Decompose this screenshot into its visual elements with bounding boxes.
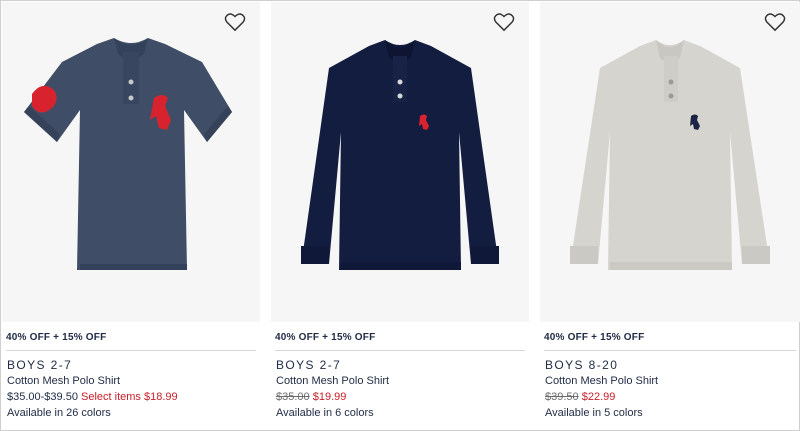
price-regular: $35.00 — [276, 391, 310, 403]
promo-label: 40% OFF + 15% OFF — [6, 332, 107, 343]
divider — [544, 350, 796, 351]
product-card[interactable]: 40% OFF + 15% OFF BOYS 2-7 Cotton Mesh P… — [271, 2, 529, 431]
price-sale: $22.99 — [581, 391, 616, 403]
product-card[interactable]: 40% OFF + 15% OFF BOYS 8-20 Cotton Mesh … — [540, 2, 800, 431]
divider — [6, 350, 256, 351]
product-grid-frame: 40% OFF + 15% OFF BOYS 2-7 Cotton Mesh P… — [0, 0, 800, 431]
product-name[interactable]: Cotton Mesh Polo Shirt — [7, 375, 120, 387]
product-name[interactable]: Cotton Mesh Polo Shirt — [545, 375, 658, 387]
product-grid: 40% OFF + 15% OFF BOYS 2-7 Cotton Mesh P… — [2, 2, 800, 431]
product-image[interactable] — [271, 2, 529, 322]
short-sleeve-polo-image — [24, 38, 232, 270]
price-sale: Select items $18.99 — [81, 391, 178, 403]
long-sleeve-grey-polo-image — [570, 40, 770, 270]
product-image[interactable] — [2, 2, 260, 322]
wishlist-heart-icon[interactable] — [224, 12, 246, 32]
product-category[interactable]: BOYS 2-7 — [276, 358, 341, 372]
wishlist-heart-icon[interactable] — [764, 12, 786, 32]
promo-label: 40% OFF + 15% OFF — [544, 332, 645, 343]
product-card[interactable]: 40% OFF + 15% OFF BOYS 2-7 Cotton Mesh P… — [2, 2, 260, 431]
product-price: $35.00 $19.99 — [276, 391, 346, 403]
colors-available[interactable]: Available in 5 colors — [545, 407, 643, 419]
product-image[interactable] — [540, 2, 800, 322]
colors-available[interactable]: Available in 6 colors — [276, 407, 374, 419]
long-sleeve-navy-polo-image — [301, 40, 499, 270]
product-price: $35.00-$39.50 Select items $18.99 — [7, 391, 178, 403]
colors-available[interactable]: Available in 26 colors — [7, 407, 111, 419]
promo-label: 40% OFF + 15% OFF — [275, 332, 376, 343]
product-price: $39.50 $22.99 — [545, 391, 615, 403]
product-category[interactable]: BOYS 2-7 — [7, 358, 72, 372]
price-sale: $19.99 — [312, 391, 347, 403]
product-name[interactable]: Cotton Mesh Polo Shirt — [276, 375, 389, 387]
price-regular: $35.00-$39.50 — [7, 391, 78, 403]
divider — [275, 350, 525, 351]
price-regular: $39.50 — [545, 391, 579, 403]
wishlist-heart-icon[interactable] — [493, 12, 515, 32]
product-category[interactable]: BOYS 8-20 — [545, 358, 618, 372]
